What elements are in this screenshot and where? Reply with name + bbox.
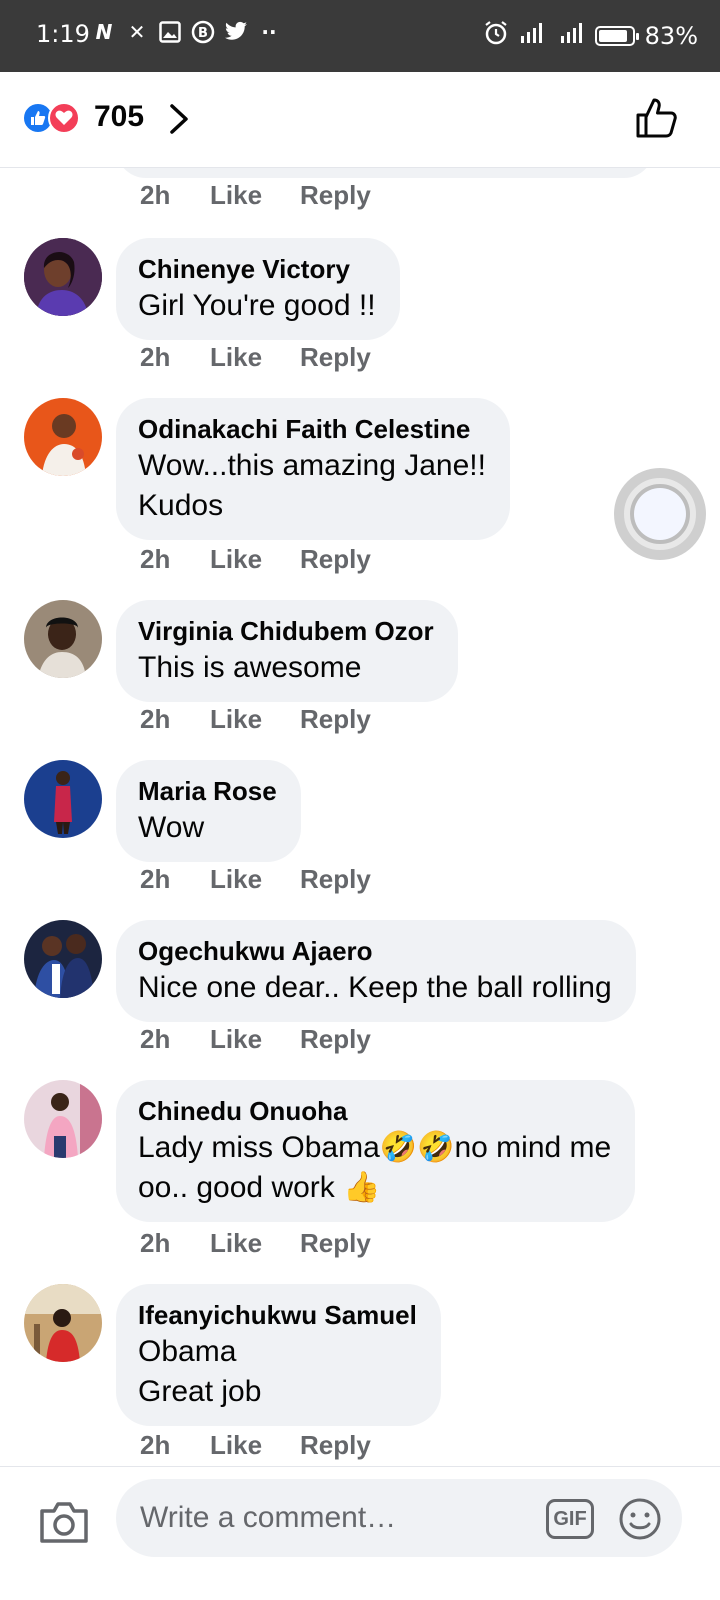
comment-input[interactable]: [116, 1479, 682, 1557]
avatar[interactable]: [24, 920, 102, 998]
comment-time: 2h: [140, 704, 171, 734]
twitter-icon: [224, 20, 248, 44]
comment-text: Girl You're good !!: [138, 289, 376, 322]
comment-bubble[interactable]: Ogechukwu Ajaero Nice one dear.. Keep th…: [116, 920, 636, 1022]
more-dots-icon: ··: [261, 20, 277, 44]
comment-time: 2h: [140, 544, 171, 574]
comment-bubble[interactable]: Chinenye Victory Girl You're good !!: [116, 238, 400, 340]
comment-time: 2h: [140, 1024, 171, 1054]
comment-text: Obama Great job: [138, 1335, 262, 1408]
floating-assistive-button[interactable]: [614, 468, 706, 560]
comment-reply-button[interactable]: Reply: [300, 1228, 371, 1259]
comment-composer: GIF: [0, 1466, 720, 1600]
comment-reply-button[interactable]: Reply: [300, 704, 371, 735]
avatar[interactable]: [24, 760, 102, 838]
comment-text: Wow: [138, 811, 205, 844]
comment-reply-button[interactable]: Reply: [300, 1430, 371, 1461]
comment-actions: 2h Like Reply: [140, 864, 371, 895]
comment-like-button[interactable]: Like: [210, 180, 300, 211]
comments-sheet: 705 2h Like Reply Chinenye Victory Girl …: [0, 72, 720, 1600]
notification-icons: N ✕ B ··: [92, 20, 281, 44]
reactions-header[interactable]: 705: [0, 72, 720, 168]
comment-bubble[interactable]: Chinedu Onuoha Lady miss Obama🤣🤣no mind …: [116, 1080, 636, 1222]
comment-time: 2h: [140, 1430, 171, 1460]
comment-reply-button[interactable]: Reply: [300, 342, 371, 373]
comment-bubble[interactable]: Maria Rose Wow: [116, 760, 301, 862]
comment-author[interactable]: Chinenye Victory: [138, 252, 376, 286]
signal-icon-2: [559, 22, 585, 50]
comment-text: Nice one dear.. Keep the ball rolling: [138, 971, 612, 1004]
comment-time: 2h: [140, 864, 171, 894]
comment-like-button[interactable]: Like: [210, 342, 300, 373]
comment-reply-button[interactable]: Reply: [300, 864, 371, 895]
comment-author[interactable]: Odinakachi Faith Celestine: [138, 412, 486, 446]
reaction-icons: [22, 100, 86, 136]
emoji-icon[interactable]: [618, 1497, 662, 1541]
comment-actions: 2h Like Reply: [140, 704, 371, 735]
comment-reply-button[interactable]: Reply: [300, 180, 371, 211]
comment-reply-button[interactable]: Reply: [300, 1024, 371, 1055]
netflix-icon: N: [95, 20, 113, 44]
b-circle-icon: B: [191, 20, 215, 44]
comment-author[interactable]: Ifeanyichukwu Samuel: [138, 1298, 417, 1332]
comment-like-button[interactable]: Like: [210, 1228, 300, 1259]
love-reaction-icon: [48, 102, 80, 134]
reaction-count: 705: [94, 100, 145, 133]
floating-core: [634, 488, 686, 540]
comment-like-button[interactable]: Like: [210, 704, 300, 735]
comment-bubble[interactable]: Odinakachi Faith Celestine Wow...this am…: [116, 398, 510, 540]
x-icon: ✕: [128, 20, 146, 44]
floating-ring: [624, 478, 696, 550]
battery-percent: 83%: [644, 22, 698, 50]
comment-actions: 2h Like Reply: [140, 1228, 371, 1259]
battery-icon: [594, 26, 639, 46]
comment-like-button[interactable]: Like: [210, 1024, 300, 1055]
alarm-icon: [483, 20, 509, 52]
comment-bubble[interactable]: Ifeanyichukwu Samuel Obama Great job: [116, 1284, 441, 1426]
avatar[interactable]: [24, 1080, 102, 1158]
comment-like-button[interactable]: Like: [210, 544, 300, 575]
comment-author[interactable]: Maria Rose: [138, 774, 277, 808]
status-right: 83%: [483, 20, 698, 52]
comment-time: 2h: [140, 1228, 171, 1258]
comment-actions: 2h Like Reply: [140, 544, 371, 575]
signal-icon: [519, 22, 549, 50]
comment-reply-button[interactable]: Reply: [300, 544, 371, 575]
gif-button[interactable]: GIF: [546, 1499, 594, 1539]
comment-text: This is awesome: [138, 651, 362, 684]
comment-time: 2h: [140, 342, 171, 372]
comment-actions: 2h Like Reply: [140, 180, 371, 211]
avatar[interactable]: [24, 398, 102, 476]
chevron-right-icon[interactable]: [166, 102, 194, 136]
camera-icon[interactable]: [38, 1499, 90, 1545]
comment-like-button[interactable]: Like: [210, 864, 300, 895]
comment-actions: 2h Like Reply: [140, 342, 371, 373]
comment-author[interactable]: Chinedu Onuoha: [138, 1094, 611, 1128]
comment-author[interactable]: Ogechukwu Ajaero: [138, 934, 612, 968]
comment-actions: 2h Like Reply: [140, 1024, 371, 1055]
gallery-icon: [158, 20, 182, 44]
like-post-button[interactable]: [634, 96, 678, 140]
comment-text: Lady miss Obama🤣🤣no mind me oo.. good wo…: [138, 1131, 612, 1204]
status-time: 1:19: [36, 20, 90, 48]
svg-text:B: B: [198, 26, 208, 41]
comment-text: Wow...this amazing Jane!! Kudos: [138, 449, 486, 522]
comment-bubble[interactable]: Virginia Chidubem Ozor This is awesome: [116, 600, 458, 702]
avatar[interactable]: [24, 1284, 102, 1362]
avatar[interactable]: [24, 600, 102, 678]
comment-time: 2h: [140, 180, 171, 210]
status-bar: 1:19 N ✕ B ·· 83%: [0, 0, 720, 72]
comment-like-button[interactable]: Like: [210, 1430, 300, 1461]
avatar[interactable]: [24, 238, 102, 316]
comment-author[interactable]: Virginia Chidubem Ozor: [138, 614, 434, 648]
comment-actions: 2h Like Reply: [140, 1430, 371, 1461]
